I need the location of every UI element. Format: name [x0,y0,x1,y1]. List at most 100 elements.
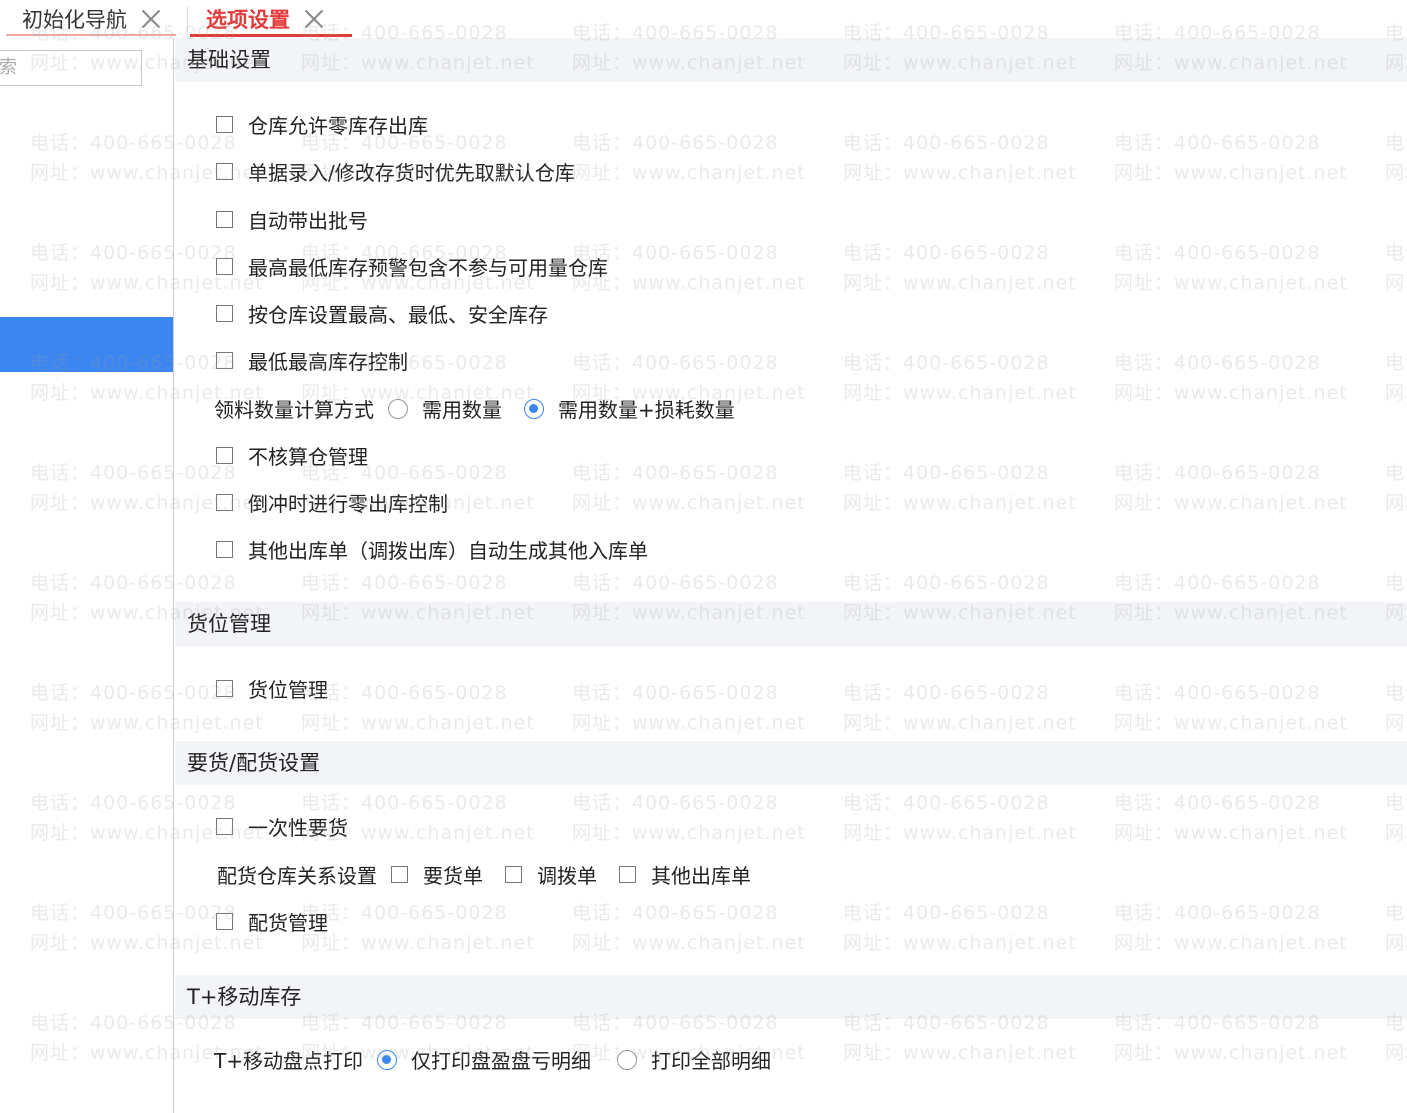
tab-init-guide[interactable]: 初始化导航 [22,0,161,38]
watermark-phone: 电话：400-665-0028 [1385,792,1407,814]
option-label: 最高最低库存预警包含不参与可用量仓库 [248,256,608,280]
checkbox[interactable] [216,494,233,511]
radio-button[interactable] [388,398,408,419]
checkbox[interactable] [216,352,233,369]
radio-option[interactable]: 需用数量+损耗数量 [524,394,735,423]
section-header-location: 货位管理 [175,602,1407,646]
option-label: 倒冲时进行零出库控制 [248,492,448,516]
watermark-site: 网址：www.chanjet.net [1114,1042,1348,1064]
option-row[interactable]: 单据录入/修改存货时优先取默认仓库 [216,157,575,186]
watermark-phone: 电话：400-665-0028 [1385,352,1407,374]
tab-label: 初始化导航 [22,8,127,32]
radio-option[interactable]: 打印全部明细 [616,1045,771,1074]
checkbox[interactable] [505,866,522,883]
watermark-phone: 电话：400-665-0028 [572,902,779,924]
close-icon[interactable] [141,9,161,29]
watermark-site: 网址：www.chanjet.net [1114,822,1348,844]
watermark-site: 网址：www.chanjet.net [1385,162,1407,184]
option-row[interactable]: 不核算仓管理 [216,441,368,470]
watermark-phone: 电话：400-665-0028 [1114,902,1321,924]
sidebar-item-active[interactable] [0,317,173,372]
radio-option[interactable]: 需用数量 [388,394,502,423]
section-header-requisition: 要货/配货设置 [175,741,1407,785]
section-header-mobile: T+移动库存 [175,975,1407,1019]
watermark-phone: 电话：400-665-0028 [1385,462,1407,484]
watermark-site: 网址：www.chanjet.net [1385,712,1407,734]
option-label: 货位管理 [248,678,328,702]
checkbox[interactable] [216,680,233,697]
watermark-site: 网址：www.chanjet.net [1114,712,1348,734]
sidebar-divider [173,38,174,1113]
tab-bar: 初始化导航 选项设置 [0,0,1407,38]
option-row[interactable]: 一次性要货 [216,812,348,841]
tab-divider [187,6,188,32]
radio-label: 需用数量 [422,398,502,422]
radio-label: 仅打印盘盈盘亏明细 [410,1049,591,1073]
option-row[interactable]: 最高最低库存预警包含不参与可用量仓库 [216,252,608,281]
watermark-phone: 电话：400-665-0028 [843,132,1050,154]
checkbox[interactable] [216,258,233,275]
watermark-phone: 电话：400-665-0028 [572,462,779,484]
checkbox[interactable] [216,211,233,228]
tab-options-settings[interactable]: 选项设置 [206,0,324,38]
relation-label: 配货仓库关系设置 [217,864,377,888]
watermark-phone: 电话：400-665-0028 [1114,462,1321,484]
watermark-phone: 电话：400-665-0028 [301,792,508,814]
option-row[interactable]: 最低最高库存控制 [216,346,408,375]
checkbox[interactable] [216,116,233,133]
tab-underline [6,34,176,36]
watermark-site: 网址：www.chanjet.net [1114,932,1348,954]
watermark-phone: 电话：400-665-0028 [1385,132,1407,154]
watermark-site: 网址：www.chanjet.net [843,382,1077,404]
radio-option[interactable]: 仅打印盘盈盘亏明细 [376,1045,591,1074]
option-label: 配货管理 [248,911,328,935]
tab-label: 选项设置 [206,8,290,32]
search-input[interactable]: 索 [0,50,142,86]
option-label: 要货单 [423,864,483,888]
watermark-phone: 电话：400-665-0028 [1114,792,1321,814]
option-row[interactable]: 按仓库设置最高、最低、安全库存 [216,299,548,328]
checkbox[interactable] [619,866,636,883]
option-label: 其他出库单（调拨出库）自动生成其他入库单 [248,539,648,563]
watermark-site: 网址：www.chanjet.net [843,822,1077,844]
option-row[interactable]: 倒冲时进行零出库控制 [216,488,448,517]
close-icon[interactable] [304,9,324,29]
mobile-print-label: T+移动盘点打印 [214,1049,363,1073]
checkbox[interactable] [216,163,233,180]
watermark-site: 网址：www.chanjet.net [572,162,806,184]
watermark-site: 网址：www.chanjet.net [843,492,1077,514]
watermark-phone: 电话：400-665-0028 [1114,352,1321,374]
checkbox[interactable] [216,541,233,558]
relation-option[interactable]: 调拨单 [505,860,597,889]
option-row[interactable]: 配货管理 [216,907,328,936]
option-label: 不核算仓管理 [248,445,368,469]
option-row[interactable]: 仓库允许零库存出库 [216,110,428,139]
checkbox[interactable] [216,447,233,464]
watermark-phone: 电话：400-665-0028 [843,352,1050,374]
option-label: 其他出库单 [651,864,751,888]
radio-button-selected[interactable] [524,398,544,419]
relation-option[interactable]: 其他出库单 [619,860,751,889]
radio-label: 需用数量+损耗数量 [558,398,735,422]
option-row[interactable]: 其他出库单（调拨出库）自动生成其他入库单 [216,535,648,564]
watermark-site: 网址：www.chanjet.net [1385,492,1407,514]
option-label: 自动带出批号 [248,209,368,233]
checkbox[interactable] [216,305,233,322]
checkbox[interactable] [391,866,408,883]
radio-button[interactable] [616,1049,637,1070]
checkbox[interactable] [216,818,233,835]
watermark-site: 网址：www.chanjet.net [572,712,806,734]
option-label: 最低最高库存控制 [248,350,408,374]
watermark-site: 网址：www.chanjet.net [1385,822,1407,844]
watermark-site: 网址：www.chanjet.net [301,932,535,954]
watermark-phone: 电话：400-665-0028 [843,242,1050,264]
watermark-phone: 电话：400-665-0028 [1114,572,1321,594]
option-row[interactable]: 货位管理 [216,674,328,703]
relation-row: 配货仓库关系设置 要货单 调拨单 其他出库单 [217,860,773,889]
relation-option[interactable]: 要货单 [391,860,483,889]
option-row[interactable]: 自动带出批号 [216,205,368,234]
watermark-phone: 电话：400-665-0028 [572,352,779,374]
radio-button-selected[interactable] [376,1049,397,1070]
checkbox[interactable] [216,913,233,930]
section-header-basic: 基础设置 [175,38,1407,82]
